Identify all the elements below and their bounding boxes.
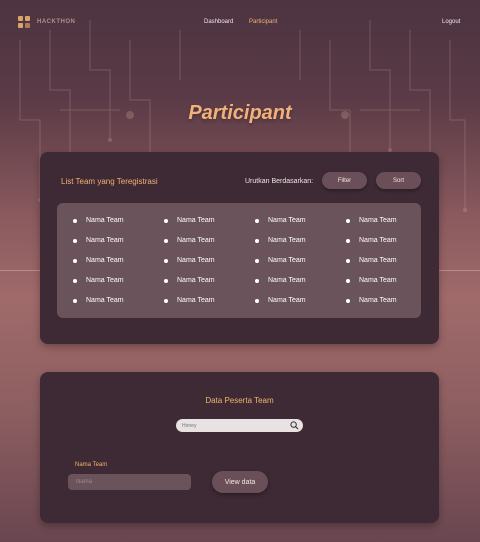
- bullet-icon: [73, 238, 77, 243]
- bullet-icon: [164, 218, 168, 223]
- search-icon[interactable]: [290, 421, 299, 430]
- team-list: Nama Team Nama Team Nama Team Nama Team …: [57, 203, 421, 318]
- bullet-icon: [164, 238, 168, 243]
- search-input[interactable]: [182, 422, 282, 429]
- nav-link-dashboard[interactable]: Dashboard: [204, 19, 233, 25]
- bullet-icon: [346, 218, 350, 223]
- list-item: Nama Team: [164, 217, 215, 224]
- top-navbar: HACKTHON Dashboard Participant Logout: [0, 0, 480, 44]
- sort-label: Urutkan Berdasarkan:: [245, 178, 314, 185]
- team-list-title: List Team yang Teregistrasi: [61, 177, 158, 186]
- logo[interactable]: HACKTHON: [18, 16, 75, 28]
- search-box: [176, 419, 303, 432]
- list-item: Nama Team: [73, 277, 124, 284]
- list-item: Nama Team: [164, 257, 215, 264]
- data-peserta-card: Data Peserta Team Nama Team View data: [40, 372, 439, 523]
- logo-icon: [18, 16, 30, 28]
- nav-link-participant[interactable]: Participant: [249, 19, 277, 25]
- list-item: Nama Team: [73, 257, 124, 264]
- bullet-icon: [164, 258, 168, 263]
- bullet-icon: [346, 238, 350, 243]
- list-item: Nama Team: [255, 257, 306, 264]
- bullet-icon: [73, 298, 77, 303]
- view-data-button[interactable]: View data: [212, 471, 268, 493]
- list-item: Nama Team: [346, 297, 397, 304]
- team-list-card: List Team yang Teregistrasi Urutkan Berd…: [40, 152, 439, 344]
- list-item: Nama Team: [346, 277, 397, 284]
- bullet-icon: [164, 278, 168, 283]
- list-item: Nama Team: [164, 297, 215, 304]
- list-item: Nama Team: [73, 217, 124, 224]
- nama-team-label: Nama Team: [75, 462, 108, 468]
- bullet-icon: [346, 278, 350, 283]
- logo-text: HACKTHON: [37, 19, 76, 25]
- logout-link[interactable]: Logout: [442, 19, 460, 25]
- bullet-icon: [164, 298, 168, 303]
- list-item: Nama Team: [255, 297, 306, 304]
- bullet-icon: [255, 298, 259, 303]
- bullet-icon: [255, 238, 259, 243]
- bullet-icon: [255, 218, 259, 223]
- bullet-icon: [255, 258, 259, 263]
- list-item: Nama Team: [73, 297, 124, 304]
- list-item: Nama Team: [255, 217, 306, 224]
- list-item: Nama Team: [164, 277, 215, 284]
- list-item: Nama Team: [255, 277, 306, 284]
- filter-button[interactable]: Filter: [322, 172, 367, 189]
- bullet-icon: [346, 298, 350, 303]
- list-item: Nama Team: [346, 217, 397, 224]
- bullet-icon: [73, 278, 77, 283]
- list-item: Nama Team: [255, 237, 306, 244]
- list-item: Nama Team: [164, 237, 215, 244]
- bullet-icon: [73, 218, 77, 223]
- data-peserta-title: Data Peserta Team: [205, 396, 274, 405]
- list-item: Nama Team: [346, 257, 397, 264]
- bullet-icon: [73, 258, 77, 263]
- sort-button[interactable]: Sort: [376, 172, 421, 189]
- page-title: Participant: [188, 102, 292, 124]
- bullet-icon: [346, 258, 350, 263]
- list-item: Nama Team: [346, 237, 397, 244]
- list-item: Nama Team: [73, 237, 124, 244]
- bullet-icon: [255, 278, 259, 283]
- nama-team-input[interactable]: [68, 474, 191, 490]
